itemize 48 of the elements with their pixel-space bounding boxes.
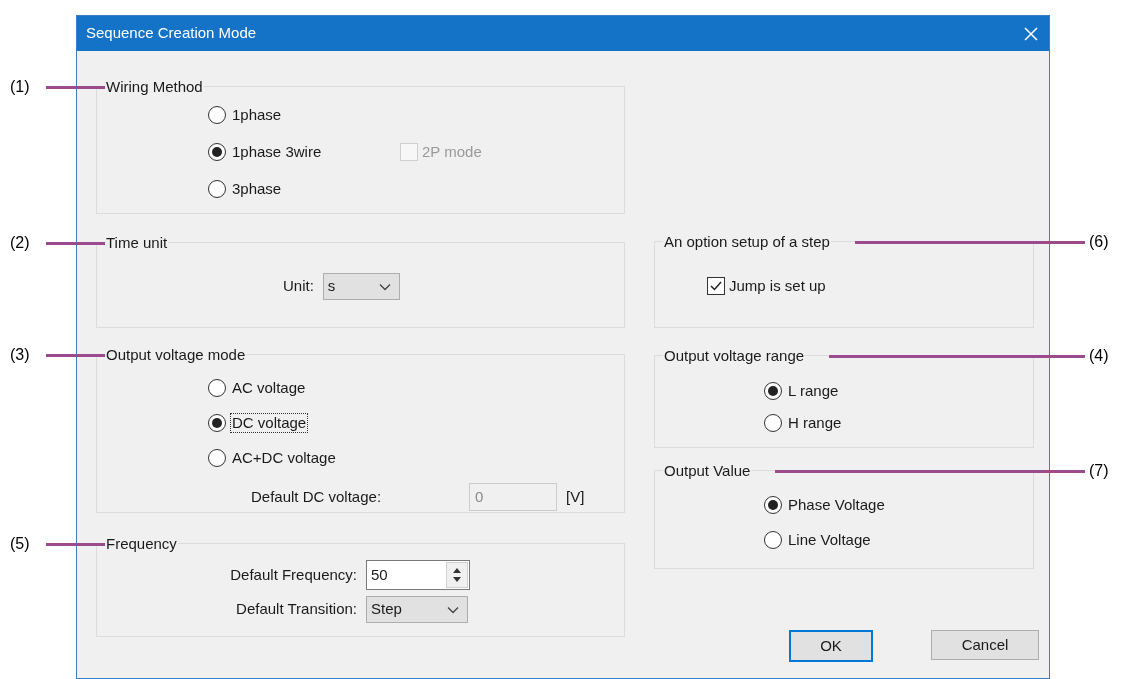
callout-label: (3) xyxy=(10,345,31,365)
dropdown[interactable]: s xyxy=(322,273,400,300)
radio-button[interactable] xyxy=(208,180,226,198)
radio-button[interactable] xyxy=(208,414,226,432)
radio-label[interactable]: H range xyxy=(786,413,844,433)
checkbox[interactable] xyxy=(707,277,725,295)
radio-button[interactable] xyxy=(208,379,226,397)
radio-label[interactable]: 1phase 3wire xyxy=(230,142,400,162)
chevron-down-icon xyxy=(378,282,391,291)
field-label: Default DC voltage: xyxy=(250,486,383,507)
unit-label: [V] xyxy=(566,486,585,507)
callout-label: (6) xyxy=(1089,232,1110,252)
leader-line xyxy=(46,542,105,546)
radio-button[interactable] xyxy=(764,531,782,549)
radio-label[interactable]: Line Voltage xyxy=(786,530,873,550)
checkbox-label[interactable]: Jump is set up xyxy=(729,274,826,298)
ok-button[interactable]: OK xyxy=(789,630,873,662)
field-label: Default Transition: xyxy=(235,599,357,620)
field-label: Default Frequency: xyxy=(229,564,357,585)
radio-button[interactable] xyxy=(764,414,782,432)
cancel-button[interactable]: Cancel xyxy=(931,630,1039,660)
callout-label: (4) xyxy=(1089,346,1110,366)
radio-label[interactable]: AC voltage xyxy=(230,378,308,398)
close-icon[interactable] xyxy=(1023,25,1039,42)
field-label: Unit: xyxy=(283,276,314,297)
radio-button[interactable] xyxy=(208,449,226,467)
radio-label[interactable]: L range xyxy=(786,381,841,401)
callout-label: (2) xyxy=(10,233,31,253)
radio-label[interactable]: 3phase xyxy=(230,179,284,199)
radio-label[interactable]: AC+DC voltage xyxy=(230,448,338,468)
radio-button[interactable] xyxy=(208,106,226,124)
chevron-down-icon xyxy=(447,605,459,614)
leader-line xyxy=(46,353,105,357)
radio-button[interactable] xyxy=(764,496,782,514)
radio-button[interactable] xyxy=(208,143,226,161)
leader-line xyxy=(46,241,105,245)
radio-label[interactable]: 1phase xyxy=(230,105,284,125)
callout-label: (1) xyxy=(10,77,31,97)
radio-label[interactable]: DC voltage xyxy=(230,413,309,433)
radio-label[interactable]: Phase Voltage xyxy=(786,495,887,515)
callout-label: (7) xyxy=(1089,461,1110,481)
spin-arrows-icon[interactable] xyxy=(446,562,468,588)
radio-button[interactable] xyxy=(764,382,782,400)
dropdown[interactable]: Step xyxy=(366,596,468,623)
spin-field[interactable]: 50 xyxy=(366,560,470,590)
callout-label: (5) xyxy=(10,534,31,554)
window-title: Sequence Creation Mode xyxy=(86,23,257,44)
leader-line xyxy=(46,85,105,89)
